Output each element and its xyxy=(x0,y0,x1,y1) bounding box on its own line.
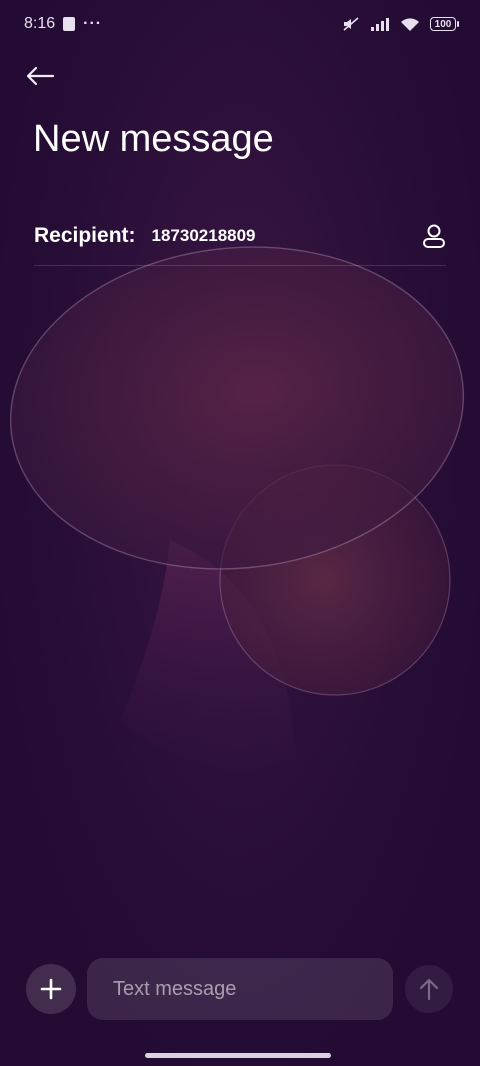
page-title: New message xyxy=(33,118,274,160)
status-bar: 8:16 ··· 100 xyxy=(0,0,480,48)
clock: 8:16 xyxy=(24,15,56,32)
recipient-label: Recipient: xyxy=(34,223,136,247)
recipient-row[interactable]: Recipient: 18730218809 xyxy=(34,206,446,266)
home-indicator[interactable] xyxy=(145,1053,331,1058)
recipient-input[interactable]: 18730218809 xyxy=(152,226,416,246)
message-composer: Text message xyxy=(26,957,454,1021)
contact-icon xyxy=(423,224,445,248)
message-input[interactable]: Text message xyxy=(87,958,393,1020)
screen: 8:16 ··· 100 New message Recipient: 1873… xyxy=(0,0,480,1066)
wifi-icon xyxy=(400,17,420,32)
select-contact-button[interactable] xyxy=(416,218,452,254)
more-notifications-indicator: ··· xyxy=(83,15,103,32)
cellular-signal-icon xyxy=(370,17,390,31)
add-attachment-button[interactable] xyxy=(26,964,76,1014)
back-arrow-icon xyxy=(26,66,55,86)
plus-icon xyxy=(40,978,62,1000)
send-button[interactable] xyxy=(405,965,453,1013)
send-arrow-up-icon xyxy=(419,978,439,1001)
battery-icon: 100 xyxy=(430,17,459,31)
notification-icon xyxy=(63,17,76,31)
back-button[interactable] xyxy=(22,58,58,94)
mute-icon xyxy=(342,16,360,32)
